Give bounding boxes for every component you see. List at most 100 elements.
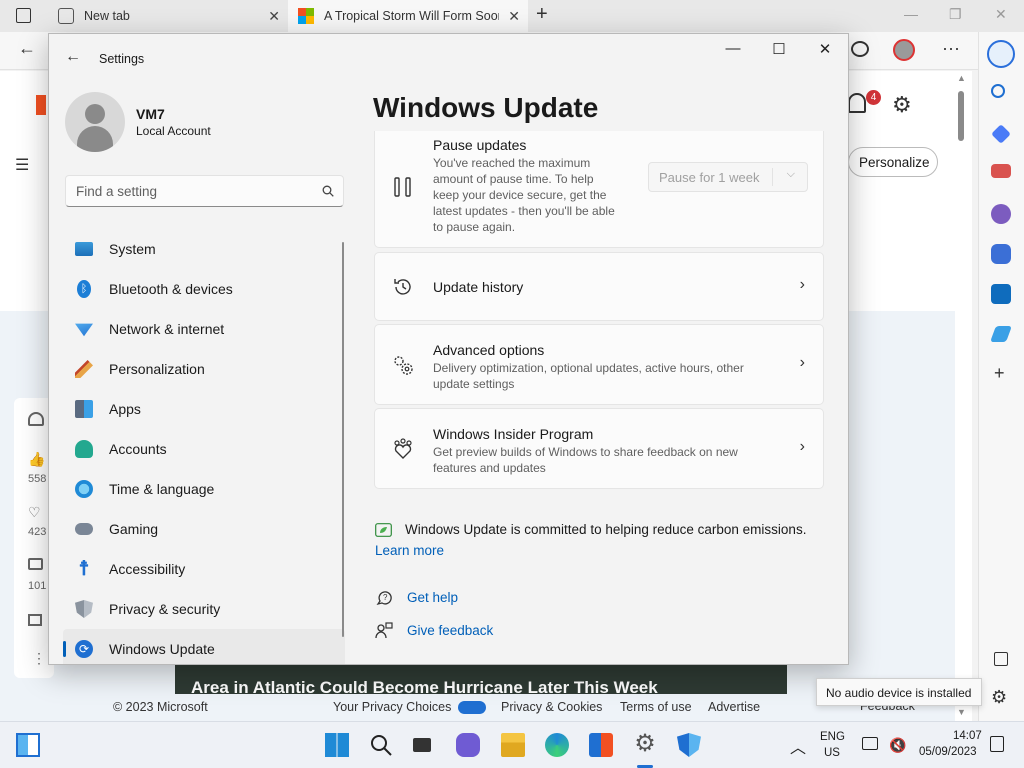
like-icon[interactable]: 👍 [28, 451, 45, 468]
comment-count: 101 [28, 580, 47, 592]
close-tab-icon[interactable]: ✕ [508, 8, 520, 25]
nav-item-privacy-security[interactable]: Privacy & security [63, 589, 345, 629]
find-setting-input[interactable]: Find a setting [65, 175, 344, 207]
clock-time[interactable]: 14:07 [953, 730, 982, 742]
maximize-button[interactable]: ☐ [767, 40, 791, 60]
defender-shield-icon[interactable] [677, 733, 701, 757]
taskbar: ⚙ ︿ ENG US 🔇 14:07 05/09/2023 [0, 721, 1024, 768]
close-tab-icon[interactable]: ✕ [268, 8, 280, 25]
store-icon[interactable] [589, 733, 613, 757]
outlook-icon[interactable] [991, 284, 1011, 304]
chevron-up-icon[interactable]: ︿ [790, 734, 806, 758]
nav-item-gaming[interactable]: Gaming [63, 509, 345, 549]
nav-item-bluetooth[interactable]: ᛒ Bluetooth & devices [63, 269, 345, 309]
headphones-icon[interactable] [28, 412, 44, 426]
clock-globe-icon [75, 480, 93, 498]
nav-scrollbar[interactable] [342, 242, 344, 637]
search-placeholder: Find a setting [76, 184, 158, 199]
tab-actions-icon[interactable] [16, 8, 31, 23]
notification-badge: 4 [866, 90, 881, 105]
edge-browser-icon[interactable] [545, 733, 569, 757]
hamburger-menu-icon[interactable]: ☰ [15, 155, 29, 175]
nav-item-windows-update[interactable]: ⟳ Windows Update [63, 629, 345, 664]
microsoft365-icon[interactable] [991, 244, 1011, 264]
tooltip-text: No audio device is installed [826, 686, 972, 700]
give-feedback-link[interactable]: Give feedback [407, 623, 493, 638]
advanced-options-card[interactable]: Advanced options Delivery optimization, … [374, 324, 824, 405]
scrollbar-up-arrow[interactable]: ▲ [957, 73, 966, 83]
language-top[interactable]: ENG [820, 731, 845, 743]
health-icon[interactable] [851, 41, 869, 57]
desc-line: keep your device secure, get the [433, 188, 607, 202]
nav-item-apps[interactable]: Apps [63, 389, 345, 429]
drop-icon[interactable] [990, 326, 1012, 342]
settings-gear-icon[interactable]: ⚙ [633, 732, 657, 756]
nav-item-time-language[interactable]: Time & language [63, 469, 345, 509]
footer-advertise-link[interactable]: Advertise [708, 700, 760, 714]
dislike-icon[interactable]: ♡ [28, 504, 41, 521]
more-options-icon[interactable]: ··· [942, 38, 960, 59]
share-icon[interactable] [28, 614, 42, 626]
nav-item-accessibility[interactable]: ☨ Accessibility [63, 549, 345, 589]
footer-privacy-cookies-link[interactable]: Privacy & Cookies [501, 700, 602, 714]
close-icon[interactable]: ✕ [995, 6, 1007, 23]
insider-program-card[interactable]: Windows Insider Program Get preview buil… [374, 408, 824, 489]
volume-icon[interactable]: 🔇 [889, 737, 906, 754]
nav-item-personalization[interactable]: Personalization [63, 349, 345, 389]
footer-terms-link[interactable]: Terms of use [620, 700, 692, 714]
sidebar-settings-gear-icon[interactable]: ⚙ [991, 687, 1007, 708]
learn-more-link[interactable]: Learn more [375, 543, 444, 558]
chat-icon[interactable] [456, 733, 480, 757]
minimize-icon[interactable]: — [904, 6, 918, 22]
clock-date[interactable]: 05/09/2023 [919, 746, 977, 758]
avatar[interactable] [65, 92, 125, 152]
pause-duration-dropdown[interactable]: Pause for 1 week ⌵ [648, 162, 808, 192]
more-vertical-icon[interactable]: ⋮ [32, 650, 46, 667]
pause-icon [394, 177, 411, 197]
network-status-icon[interactable] [862, 737, 878, 750]
games-icon[interactable] [991, 204, 1011, 224]
tab-new-tab[interactable]: New tab ✕ [48, 0, 288, 32]
close-button[interactable]: ✕ [813, 40, 837, 60]
nav-item-network[interactable]: Network & internet [63, 309, 345, 349]
bell-icon[interactable] [848, 93, 866, 113]
start-windows-icon[interactable] [325, 733, 349, 757]
get-help-link[interactable]: Get help [407, 590, 458, 605]
footer-privacy-choices-link[interactable]: Your Privacy Choices [333, 700, 486, 715]
page-scrollbar-thumb[interactable] [958, 91, 964, 141]
update-history-card[interactable]: Update history › [374, 252, 824, 321]
audio-tooltip: No audio device is installed [816, 678, 982, 706]
bing-chat-icon[interactable] [987, 40, 1015, 68]
notification-center-icon[interactable] [990, 736, 1004, 752]
widgets-icon[interactable] [16, 733, 40, 757]
footer-privacy-choices-label: Your Privacy Choices [333, 700, 452, 714]
comment-icon[interactable] [28, 558, 43, 570]
scrollbar-down-arrow[interactable]: ▼ [957, 707, 966, 717]
carbon-text: Windows Update is committed to helping r… [405, 522, 807, 537]
minimize-button[interactable]: — [721, 40, 745, 60]
nav-item-accounts[interactable]: Accounts [63, 429, 345, 469]
sidebar-toggle-icon[interactable] [994, 652, 1008, 666]
tools-icon[interactable] [991, 164, 1011, 178]
task-view-icon[interactable] [413, 738, 431, 752]
file-explorer-icon[interactable] [501, 733, 525, 757]
personalize-button[interactable]: Personalize [848, 147, 938, 177]
search-icon[interactable] [369, 733, 393, 757]
nav-item-system[interactable]: System [63, 229, 345, 269]
nav-label: Windows Update [109, 641, 215, 657]
back-arrow-icon[interactable]: ← [18, 38, 36, 59]
back-arrow-icon[interactable]: ← [65, 48, 81, 66]
search-icon[interactable] [991, 84, 1005, 98]
shopping-tag-icon[interactable] [991, 124, 1011, 144]
profile-avatar[interactable] [893, 39, 915, 61]
gear-icon[interactable]: ⚙ [892, 92, 912, 118]
add-icon[interactable]: + [994, 363, 1005, 384]
leaf-icon [375, 523, 392, 537]
tab-tropical-storm[interactable]: A Tropical Storm Will Form Soon ✕ [288, 0, 528, 32]
news-headline-banner[interactable]: Area in Atlantic Could Become Hurricane … [175, 664, 787, 694]
account-type: Local Account [136, 124, 211, 138]
restore-icon[interactable]: ❐ [949, 6, 962, 23]
language-bottom[interactable]: US [824, 747, 840, 759]
new-tab-button[interactable]: + [536, 3, 548, 26]
search-icon[interactable] [322, 185, 334, 197]
